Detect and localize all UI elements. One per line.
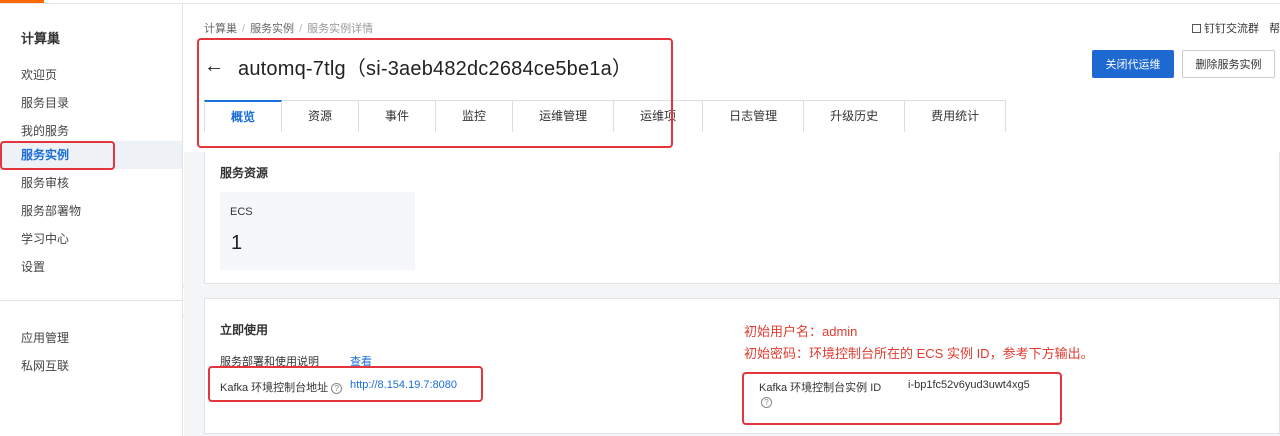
annotation-username: 初始用户名：admin xyxy=(744,324,858,339)
tab-cost-statistics[interactable]: 费用统计 xyxy=(905,100,1007,132)
tab-log-management[interactable]: 日志管理 xyxy=(703,100,805,132)
title-row: ← automq-7tlg（si-3aeb482dc2684ce5be1a） xyxy=(204,52,632,80)
ecs-label: ECS xyxy=(230,206,253,218)
close-managed-ops-button[interactable]: 关闭代运维 xyxy=(1092,50,1174,78)
delete-instance-button[interactable]: 删除服务实例 xyxy=(1182,50,1275,78)
question-icon[interactable]: ? xyxy=(761,397,772,408)
sidebar-item-settings[interactable]: 设置 xyxy=(0,253,182,281)
service-resources-title: 服务资源 xyxy=(220,166,269,180)
service-resources-card: 服务资源 ECS 1 xyxy=(204,152,1280,284)
breadcrumb: 计算巢 / 服务实例 / 服务实例详情 xyxy=(204,23,374,35)
kafka-instance-label: Kafka 环境控制台实例 ID xyxy=(759,382,882,394)
tab-ops-management[interactable]: 运维管理 xyxy=(513,100,615,132)
kafka-instance-id: i-bp1fc52v6yud3uwt4xg5 xyxy=(908,379,1030,391)
kafka-console-label: Kafka 环境控制台地址? xyxy=(220,379,343,395)
sidebar-item-app-management[interactable]: 应用管理 xyxy=(0,324,182,352)
dingtalk-group-link[interactable]: 钉钉交流群 xyxy=(1204,23,1259,35)
page-header: 计算巢 / 服务实例 / 服务实例详情 钉钉交流群帮 ← automq-7tlg（si-… xyxy=(184,4,1280,152)
sidebar-item-service-catalog[interactable]: 服务目录 xyxy=(0,89,182,117)
sidebar-title: 计算巢 xyxy=(21,31,61,46)
sidebar-item-service-instances[interactable]: 服务实例 xyxy=(0,141,182,169)
doc-label: 服务部署和使用说明 xyxy=(220,356,319,368)
tab-events[interactable]: 事件 xyxy=(359,100,437,132)
sidebar-item-service-review[interactable]: 服务审核 xyxy=(0,169,182,197)
sidebar-item-welcome[interactable]: 欢迎页 xyxy=(0,61,182,89)
breadcrumb-item-current: 服务实例详情 xyxy=(307,23,374,35)
arrow-left-icon[interactable]: ← xyxy=(204,55,224,78)
tab-overview[interactable]: 概览 xyxy=(204,100,283,132)
kafka-console-url[interactable]: http://8.154.19.7:8080 xyxy=(350,379,457,391)
sidebar-item-learning-center[interactable]: 学习中心 xyxy=(0,225,182,253)
usage-title: 立即使用 xyxy=(220,323,269,337)
tab-bar: 概览 资源 事件 监控 运维管理 运维项 日志管理 升级历史 费用统计 xyxy=(204,100,1007,132)
breadcrumb-item-instances[interactable]: 服务实例 xyxy=(250,23,294,35)
annotation-password: 初始密码：环境控制台所在的 ECS 实例 ID，参考下方输出。 xyxy=(744,346,1094,361)
tab-ops-items[interactable]: 运维项 xyxy=(614,100,704,132)
dingtalk-icon xyxy=(1192,24,1201,33)
ecs-stat-box[interactable]: ECS 1 xyxy=(220,192,415,270)
top-links: 钉钉交流群帮 xyxy=(1192,20,1280,36)
sidebar-item-private-network[interactable]: 私网互联 xyxy=(0,352,182,380)
help-link[interactable]: 帮 xyxy=(1269,23,1280,35)
sidebar-divider xyxy=(0,300,182,301)
main-content: 计算巢 / 服务实例 / 服务实例详情 钉钉交流群帮 ← automq-7tlg（si-… xyxy=(184,4,1280,436)
breadcrumb-item-root[interactable]: 计算巢 xyxy=(204,23,237,35)
doc-view-link[interactable]: 查看 xyxy=(350,353,372,369)
ecs-count: 1 xyxy=(231,232,243,254)
tab-monitoring[interactable]: 监控 xyxy=(436,100,514,132)
page-title: automq-7tlg（si-3aeb482dc2684ce5be1a） xyxy=(238,57,633,80)
sidebar: 计算巢 欢迎页 服务目录 我的服务 服务实例 服务审核 服务部署物 学习中心 设… xyxy=(0,4,183,436)
question-icon[interactable]: ? xyxy=(331,383,343,394)
sidebar-item-deployment-artifacts[interactable]: 服务部署物 xyxy=(0,197,182,225)
tab-resources[interactable]: 资源 xyxy=(282,100,360,132)
tab-upgrade-history[interactable]: 升级历史 xyxy=(804,100,906,132)
usage-card: 立即使用 服务部署和使用说明 查看 Kafka 环境控制台地址? http://… xyxy=(204,298,1280,434)
